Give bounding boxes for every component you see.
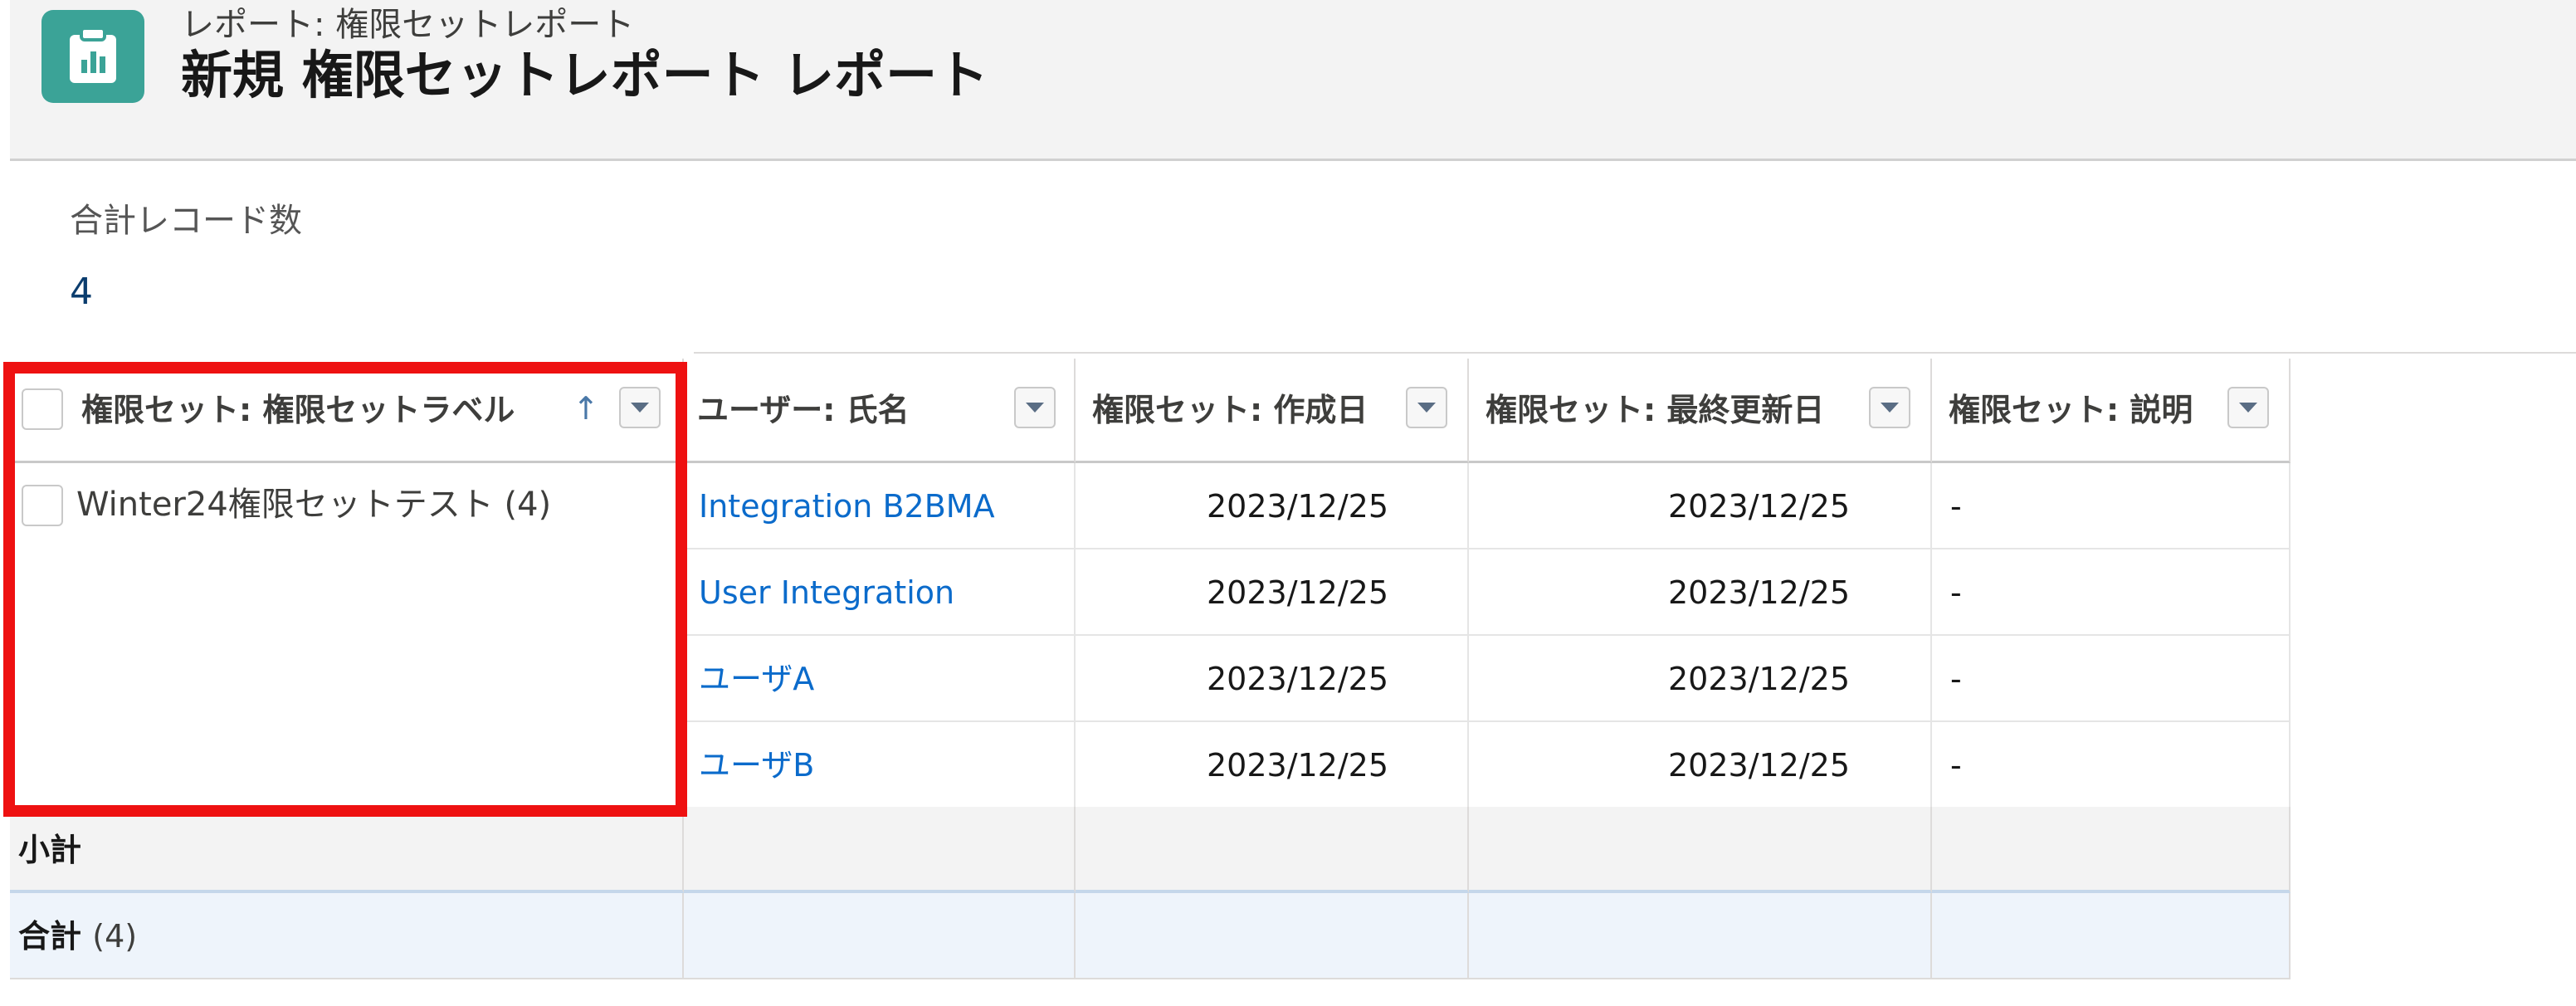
description-value: -	[1950, 574, 1962, 611]
subtotal-cell	[1076, 807, 1469, 893]
table-cell-user-name: ユーザA	[684, 636, 1076, 722]
report-icon	[41, 10, 144, 103]
column-header-user-name[interactable]: ユーザー: 氏名	[684, 359, 1076, 463]
table-cell-user-name: Integration B2BMA	[684, 463, 1076, 549]
column-header-label: 権限セット: 権限セットラベル	[81, 392, 515, 428]
table-cell-description: -	[1932, 722, 2291, 808]
divider	[694, 352, 2576, 354]
created-date: 2023/12/25	[1207, 488, 1389, 525]
table-cell-last-modified-date: 2023/12/25	[1469, 549, 1932, 636]
description-value: -	[1950, 747, 1962, 784]
column-menu-button[interactable]	[1869, 387, 1910, 428]
last-modified-date: 2023/12/25	[1668, 747, 1851, 784]
group-cell: Winter24権限セットテスト (4)	[10, 463, 684, 807]
grand-total-cell	[1469, 893, 1932, 979]
grand-total-cell	[684, 893, 1076, 979]
subtotal-cell	[1932, 807, 2291, 893]
table-cell-created-date: 2023/12/25	[1076, 549, 1469, 636]
grand-total-count: (4)	[92, 918, 138, 955]
grand-total-row: 合計 (4)	[10, 893, 684, 979]
user-name-link[interactable]: User Integration	[699, 571, 954, 614]
column-menu-button[interactable]	[619, 387, 661, 428]
table-cell-description: -	[1932, 463, 2291, 549]
column-header-created-date[interactable]: 権限セット: 作成日	[1076, 359, 1469, 463]
table-cell-description: -	[1932, 549, 2291, 636]
record-count-value: 4	[70, 271, 93, 313]
subtotal-cell	[684, 807, 1076, 893]
user-name-link[interactable]: ユーザB	[699, 744, 814, 787]
column-header-label: 権限セット: 説明	[1949, 392, 2193, 428]
grand-total-cell	[1932, 893, 2291, 979]
group-select-checkbox[interactable]	[22, 485, 63, 526]
grand-total-text: 合計	[18, 918, 82, 955]
table-cell-last-modified-date: 2023/12/25	[1469, 636, 1932, 722]
column-header-label: ユーザー: 氏名	[697, 392, 910, 428]
grand-total-cell	[1076, 893, 1469, 979]
table-cell-user-name: ユーザB	[684, 722, 1076, 808]
last-modified-date: 2023/12/25	[1668, 574, 1851, 611]
page-header: レポート: 権限セットレポート 新規 権限セットレポート レポート	[10, 0, 2576, 161]
table-cell-last-modified-date: 2023/12/25	[1469, 722, 1932, 808]
subtotal-row: 小計	[10, 807, 684, 893]
sort-ascending-icon[interactable]: ↑	[573, 387, 599, 430]
user-name-link[interactable]: Integration B2BMA	[699, 485, 995, 528]
table-cell-description: -	[1932, 636, 2291, 722]
table-cell-created-date: 2023/12/25	[1076, 636, 1469, 722]
column-header-label: 権限セット: 作成日	[1092, 392, 1368, 428]
subtotal-cell	[1469, 807, 1932, 893]
created-date: 2023/12/25	[1207, 747, 1389, 784]
group-label: Winter24権限セットテスト (4)	[76, 486, 552, 524]
column-header-permission-set-label[interactable]: 権限セット: 権限セットラベル ↑	[10, 359, 684, 463]
last-modified-date: 2023/12/25	[1668, 661, 1851, 697]
table-cell-user-name: User Integration	[684, 549, 1076, 636]
select-all-checkbox[interactable]	[22, 388, 63, 430]
grand-total-label: 合計 (4)	[18, 915, 137, 958]
last-modified-date: 2023/12/25	[1668, 488, 1851, 525]
record-count-label: 合計レコード数	[70, 202, 302, 240]
table-cell-created-date: 2023/12/25	[1076, 722, 1469, 808]
table-cell-created-date: 2023/12/25	[1076, 463, 1469, 549]
description-value: -	[1950, 661, 1962, 697]
column-menu-button[interactable]	[2227, 387, 2269, 428]
page-title: 新規 権限セットレポート レポート	[181, 45, 989, 105]
user-name-link[interactable]: ユーザA	[699, 657, 814, 701]
column-header-last-modified-date[interactable]: 権限セット: 最終更新日	[1469, 359, 1932, 463]
column-header-label: 権限セット: 最終更新日	[1486, 392, 1825, 428]
subtotal-label: 小計	[18, 832, 82, 868]
created-date: 2023/12/25	[1207, 661, 1389, 697]
created-date: 2023/12/25	[1207, 574, 1389, 611]
column-menu-button[interactable]	[1406, 387, 1447, 428]
column-header-description[interactable]: 権限セット: 説明	[1932, 359, 2291, 463]
description-value: -	[1950, 488, 1962, 525]
table-cell-last-modified-date: 2023/12/25	[1469, 463, 1932, 549]
column-menu-button[interactable]	[1014, 387, 1056, 428]
